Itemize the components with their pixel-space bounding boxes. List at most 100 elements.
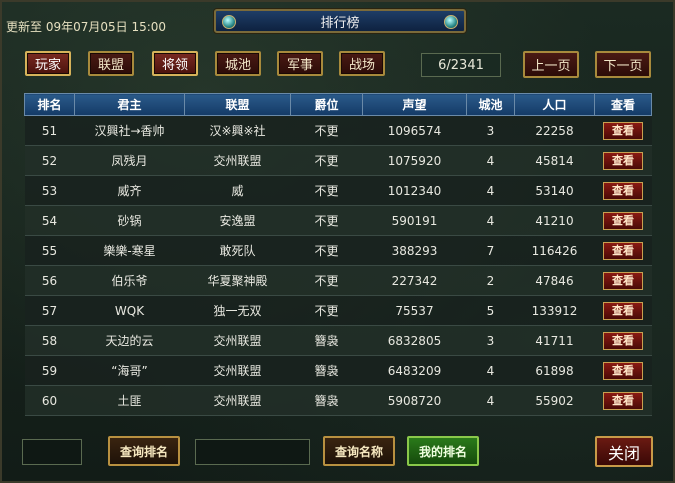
cell-population: 53140 (514, 175, 595, 206)
col-header-prestige: 声望 (362, 93, 467, 116)
cell-prestige: 388293 (362, 235, 467, 266)
ranking-window: 更新至 09年07月05日 15:00 排行榜 玩家 联盟 将领 城池 军事 战… (0, 0, 675, 483)
my-rank-button[interactable]: 我的排名 (407, 436, 479, 466)
cell-population: 61898 (514, 355, 595, 386)
cell-prestige: 1012340 (362, 175, 467, 206)
cell-rank: 53 (24, 175, 75, 206)
cell-rank: 52 (24, 145, 75, 176)
tab-military[interactable]: 军事 (277, 51, 323, 76)
cell-rank: 56 (24, 265, 75, 296)
table-row: 54 砂锅 安逸盟 不更 590191 4 41210 查看 (24, 205, 652, 236)
table-row: 59 “海哥” 交州联盟 簪袅 6483209 4 61898 查看 (24, 355, 652, 386)
cell-rank: 59 (24, 355, 75, 386)
cell-view: 查看 (594, 325, 652, 356)
cell-view: 查看 (594, 115, 652, 146)
view-button[interactable]: 查看 (603, 301, 643, 320)
view-button[interactable]: 查看 (603, 151, 643, 170)
cell-population: 41210 (514, 205, 595, 236)
col-header-population: 人口 (514, 93, 595, 116)
cell-title: 不更 (290, 205, 363, 236)
cell-prestige: 1096574 (362, 115, 467, 146)
cell-rank: 54 (24, 205, 75, 236)
cell-view: 查看 (594, 385, 652, 416)
view-button[interactable]: 查看 (603, 121, 643, 140)
gem-icon (444, 15, 458, 29)
cell-rank: 60 (24, 385, 75, 416)
cell-prestige: 1075920 (362, 145, 467, 176)
cell-lord: 伯乐爷 (74, 265, 185, 296)
cell-lord: 凤残月 (74, 145, 185, 176)
table-row: 57 WQK 独一无双 不更 75537 5 133912 查看 (24, 295, 652, 326)
view-button[interactable]: 查看 (603, 391, 643, 410)
tab-battlefield[interactable]: 战场 (339, 51, 385, 76)
tab-cities[interactable]: 城池 (215, 51, 261, 76)
name-search-input[interactable] (195, 439, 310, 465)
cell-cities: 4 (466, 205, 515, 236)
table-row: 60 土匪 交州联盟 簪袅 5908720 4 55902 查看 (24, 385, 652, 416)
view-button[interactable]: 查看 (603, 181, 643, 200)
table-row: 52 凤残月 交州联盟 不更 1075920 4 45814 查看 (24, 145, 652, 176)
tab-alliances[interactable]: 联盟 (88, 51, 134, 76)
cell-cities: 7 (466, 235, 515, 266)
cell-alliance: 交州联盟 (184, 355, 291, 386)
cell-alliance: 安逸盟 (184, 205, 291, 236)
ranking-table: 排名 君主 联盟 爵位 声望 城池 人口 查看 51 汉興社→香帅 汉※興※社 … (24, 93, 652, 416)
cell-rank: 57 (24, 295, 75, 326)
cell-prestige: 6832805 (362, 325, 467, 356)
cell-cities: 4 (466, 355, 515, 386)
window-title-bar: 排行榜 (214, 9, 466, 33)
cell-cities: 4 (466, 385, 515, 416)
cell-population: 45814 (514, 145, 595, 176)
cell-prestige: 590191 (362, 205, 467, 236)
cell-title: 不更 (290, 175, 363, 206)
cell-cities: 4 (466, 145, 515, 176)
cell-alliance: 威 (184, 175, 291, 206)
view-button[interactable]: 查看 (603, 331, 643, 350)
cell-title: 不更 (290, 295, 363, 326)
view-button[interactable]: 查看 (603, 361, 643, 380)
search-rank-button[interactable]: 查询排名 (108, 436, 180, 466)
cell-prestige: 6483209 (362, 355, 467, 386)
cell-cities: 5 (466, 295, 515, 326)
cell-view: 查看 (594, 205, 652, 236)
view-button[interactable]: 查看 (603, 241, 643, 260)
cell-lord: 樂樂-寒星 (74, 235, 185, 266)
cell-view: 查看 (594, 175, 652, 206)
tab-players[interactable]: 玩家 (25, 51, 71, 76)
table-row: 53 威齐 威 不更 1012340 4 53140 查看 (24, 175, 652, 206)
cell-title: 簪袅 (290, 355, 363, 386)
table-row: 58 天边的云 交州联盟 簪袅 6832805 3 41711 查看 (24, 325, 652, 356)
cell-population: 116426 (514, 235, 595, 266)
table-header: 排名 君主 联盟 爵位 声望 城池 人口 查看 (24, 93, 652, 116)
cell-lord: 土匪 (74, 385, 185, 416)
cell-view: 查看 (594, 355, 652, 386)
cell-population: 47846 (514, 265, 595, 296)
cell-lord: 威齐 (74, 175, 185, 206)
col-header-title: 爵位 (290, 93, 363, 116)
cell-alliance: 汉※興※社 (184, 115, 291, 146)
page-indicator: 6/2341 (421, 53, 501, 77)
view-button[interactable]: 查看 (603, 211, 643, 230)
window-title: 排行榜 (320, 15, 360, 31)
prev-page-button[interactable]: 上一页 (523, 51, 579, 78)
cell-population: 41711 (514, 325, 595, 356)
cell-view: 查看 (594, 265, 652, 296)
cell-alliance: 交州联盟 (184, 385, 291, 416)
cell-population: 133912 (514, 295, 595, 326)
close-button[interactable]: 关闭 (595, 436, 653, 467)
next-page-button[interactable]: 下一页 (595, 51, 651, 78)
cell-prestige: 75537 (362, 295, 467, 326)
cell-title: 不更 (290, 265, 363, 296)
cell-alliance: 交州联盟 (184, 145, 291, 176)
search-name-button[interactable]: 查询名称 (323, 436, 395, 466)
cell-lord: 汉興社→香帅 (74, 115, 185, 146)
cell-lord: WQK (74, 295, 185, 326)
view-button[interactable]: 查看 (603, 271, 643, 290)
gem-icon (222, 15, 236, 29)
cell-alliance: 交州联盟 (184, 325, 291, 356)
cell-prestige: 227342 (362, 265, 467, 296)
cell-title: 不更 (290, 235, 363, 266)
cell-title: 不更 (290, 115, 363, 146)
rank-search-input[interactable] (22, 439, 82, 465)
tab-generals[interactable]: 将领 (152, 51, 198, 76)
